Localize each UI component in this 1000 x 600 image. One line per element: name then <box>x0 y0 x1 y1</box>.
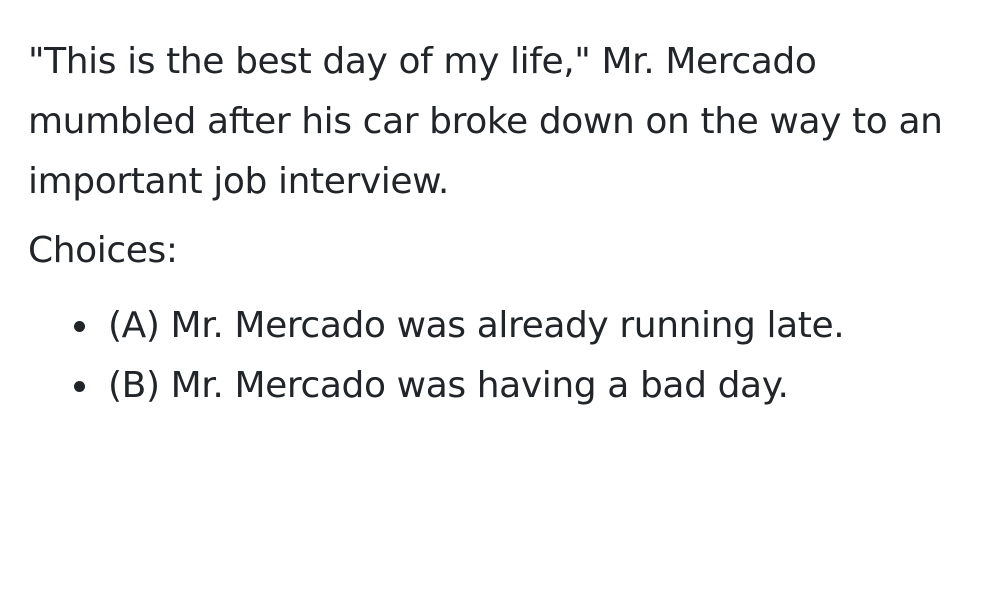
choice-text: (B) Mr. Mercado was having a bad day. <box>108 365 789 406</box>
choices-label: Choices: <box>28 230 178 271</box>
choices-list: (A) Mr. Mercado was already running late… <box>28 296 978 416</box>
bullet-icon <box>74 381 85 392</box>
choice-text: (A) Mr. Mercado was already running late… <box>108 305 845 346</box>
choice-item-b: (B) Mr. Mercado was having a bad day. <box>28 356 978 416</box>
bullet-icon <box>74 321 85 332</box>
question-content: "This is the best day of my life," Mr. M… <box>28 32 978 416</box>
passage-text: "This is the best day of my life," Mr. M… <box>28 41 943 202</box>
choice-item-a: (A) Mr. Mercado was already running late… <box>28 296 978 356</box>
